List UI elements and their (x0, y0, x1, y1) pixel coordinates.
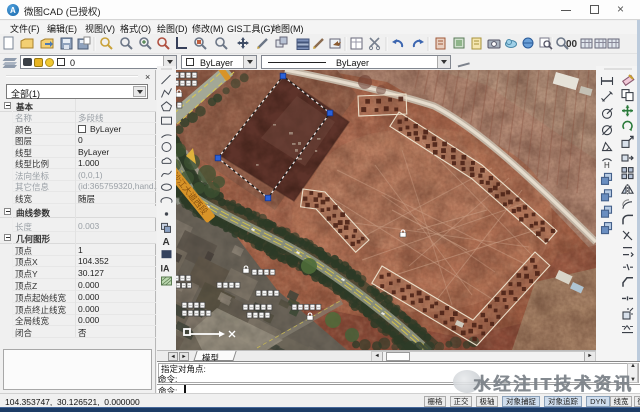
svg-text:H: H (604, 161, 610, 170)
svg-text:IA: IA (161, 264, 171, 274)
svg-text:00: 00 (566, 39, 578, 50)
svg-text:A: A (163, 237, 170, 248)
